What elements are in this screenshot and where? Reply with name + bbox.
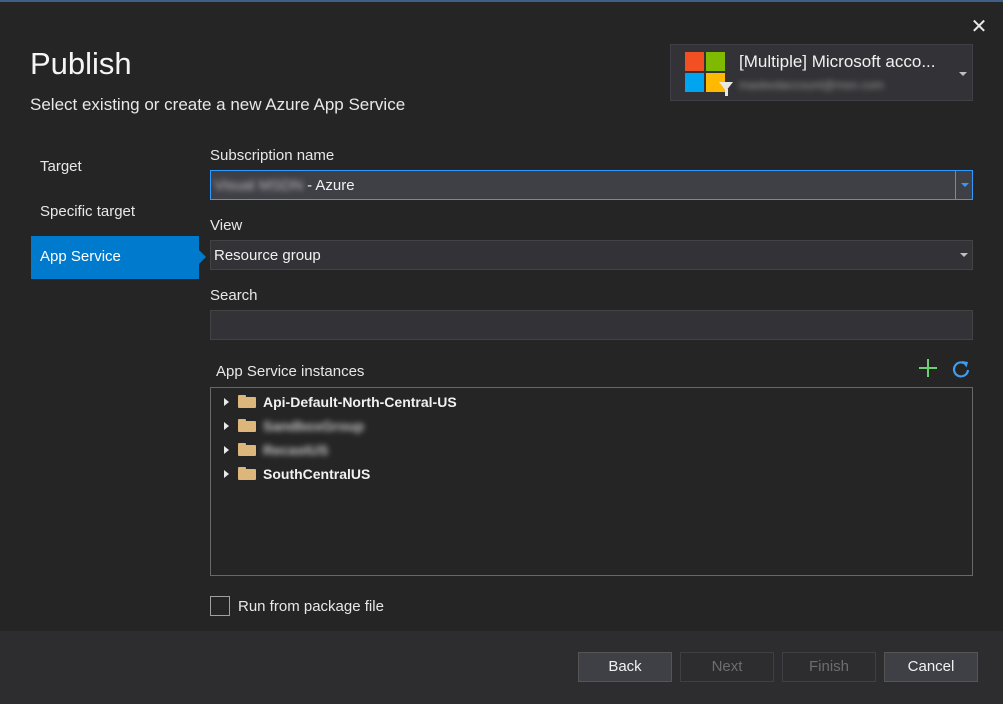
folder-icon bbox=[238, 419, 256, 432]
expand-arrow-icon[interactable] bbox=[224, 422, 229, 430]
chevron-down-icon bbox=[959, 72, 967, 76]
view-dropdown[interactable]: Resource group bbox=[210, 240, 973, 270]
finish-button[interactable]: Finish bbox=[782, 652, 876, 682]
folder-icon bbox=[238, 443, 256, 456]
page-title: Publish bbox=[30, 46, 132, 81]
tree-item-label: RecastUS bbox=[263, 442, 329, 458]
nav-item-specific-target[interactable]: Specific target bbox=[31, 191, 199, 234]
tree-item[interactable]: SouthCentralUS bbox=[211, 462, 971, 486]
view-label: View bbox=[210, 217, 243, 234]
nav-item-app-service[interactable]: App Service bbox=[31, 236, 206, 279]
folder-icon bbox=[238, 467, 256, 480]
tree-item[interactable]: RecastUS bbox=[211, 438, 971, 462]
account-selector[interactable]: [Multiple] Microsoft acco... maskedaccou… bbox=[670, 44, 973, 101]
close-button[interactable]: ✕ bbox=[968, 16, 990, 38]
subscription-value: Visual MSDN - Azure bbox=[214, 177, 355, 194]
window-top-border bbox=[0, 0, 1003, 2]
subscription-name-hidden: Visual MSDN bbox=[214, 177, 303, 194]
tree-item-label: SouthCentralUS bbox=[263, 466, 371, 482]
tree-item-label: Api-Default-North-Central-US bbox=[263, 394, 457, 410]
tree-item[interactable]: SandboxGroup bbox=[211, 414, 971, 438]
instances-label: App Service instances bbox=[216, 363, 365, 380]
add-icon[interactable] bbox=[917, 357, 939, 379]
next-button[interactable]: Next bbox=[680, 652, 774, 682]
tree-item[interactable]: Api-Default-North-Central-US bbox=[211, 390, 971, 414]
chevron-down-icon[interactable] bbox=[955, 241, 972, 269]
folder-icon bbox=[238, 395, 256, 408]
search-label: Search bbox=[210, 287, 258, 304]
microsoft-logo-icon bbox=[685, 52, 733, 96]
subscription-suffix: - Azure bbox=[302, 177, 355, 194]
subscription-dropdown[interactable]: Visual MSDN - Azure bbox=[210, 170, 973, 200]
app-service-tree[interactable]: Api-Default-North-Central-US SandboxGrou… bbox=[210, 387, 973, 576]
back-button[interactable]: Back bbox=[578, 652, 672, 682]
run-from-package-checkbox[interactable] bbox=[210, 596, 230, 616]
nav-item-target[interactable]: Target bbox=[31, 146, 199, 189]
subscription-label: Subscription name bbox=[210, 147, 335, 164]
chevron-down-icon[interactable] bbox=[955, 171, 972, 199]
expand-arrow-icon[interactable] bbox=[224, 398, 229, 406]
expand-arrow-icon[interactable] bbox=[224, 446, 229, 454]
account-name: [Multiple] Microsoft acco... bbox=[739, 52, 936, 71]
account-email: maskedaccount@msn.com bbox=[739, 78, 884, 92]
view-value: Resource group bbox=[214, 247, 321, 264]
expand-arrow-icon[interactable] bbox=[224, 470, 229, 478]
run-from-package-label[interactable]: Run from package file bbox=[238, 598, 384, 615]
cancel-button[interactable]: Cancel bbox=[884, 652, 978, 682]
page-subtitle: Select existing or create a new Azure Ap… bbox=[30, 95, 406, 114]
refresh-icon[interactable] bbox=[950, 358, 972, 380]
tree-item-label: SandboxGroup bbox=[263, 418, 365, 434]
search-input[interactable] bbox=[210, 310, 973, 340]
